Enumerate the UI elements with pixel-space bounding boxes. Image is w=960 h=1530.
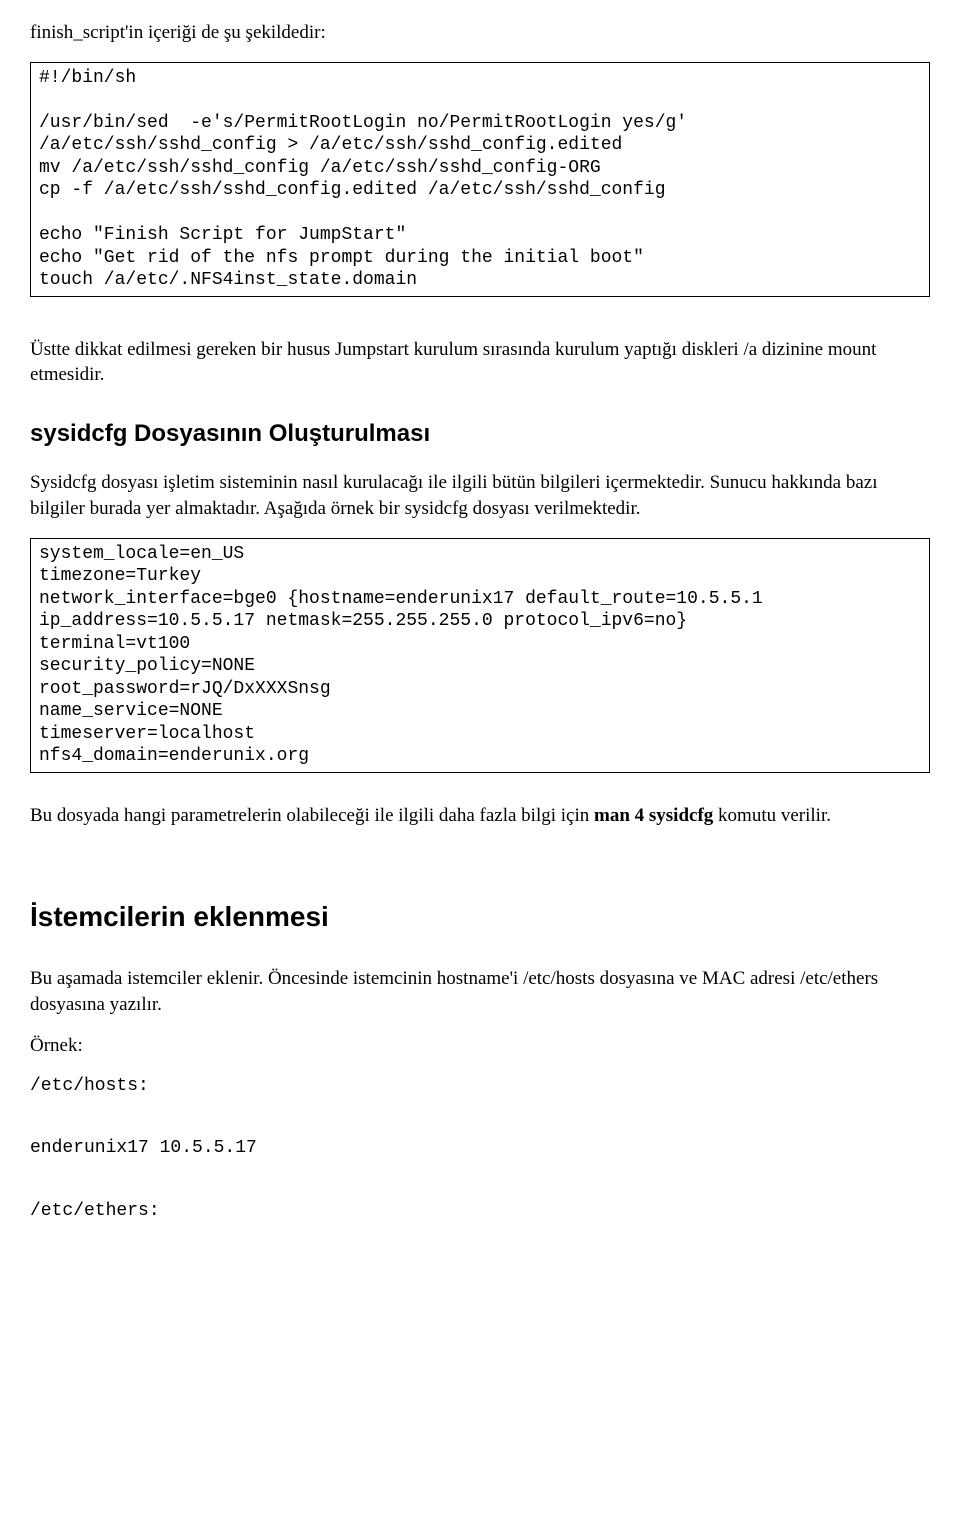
man-ref-bold: man 4 sysidcfg xyxy=(594,805,713,826)
man-ref-before: Bu dosyada hangi parametrelerin olabilec… xyxy=(30,805,594,826)
man-ref-after: komutu verilir. xyxy=(713,805,831,826)
paragraph-clients: Bu aşamada istemciler eklenir. Öncesinde… xyxy=(30,966,930,1017)
hosts-label: /etc/hosts: xyxy=(30,1075,930,1098)
sysidcfg-codebox: system_locale=en_US timezone=Turkey netw… xyxy=(30,538,930,773)
paragraph-sysidcfg-desc: Sysidcfg dosyası işletim sisteminin nası… xyxy=(30,470,930,521)
ethers-label: /etc/ethers: xyxy=(30,1200,930,1223)
heading-istemcilerin: İstemcilerin eklenmesi xyxy=(30,898,930,936)
paragraph-man-ref: Bu dosyada hangi parametrelerin olabilec… xyxy=(30,803,930,829)
intro-line: finish_script'in içeriği de şu şekildedi… xyxy=(30,20,930,46)
hosts-content: enderunix17 10.5.5.17 xyxy=(30,1137,930,1160)
example-label: Örnek: xyxy=(30,1033,930,1059)
heading-sysidcfg: sysidcfg Dosyasının Oluşturulması xyxy=(30,418,930,450)
finish-script-codebox: #!/bin/sh /usr/bin/sed -e's/PermitRootLo… xyxy=(30,62,930,297)
paragraph-mount: Üstte dikkat edilmesi gereken bir husus … xyxy=(30,337,930,388)
